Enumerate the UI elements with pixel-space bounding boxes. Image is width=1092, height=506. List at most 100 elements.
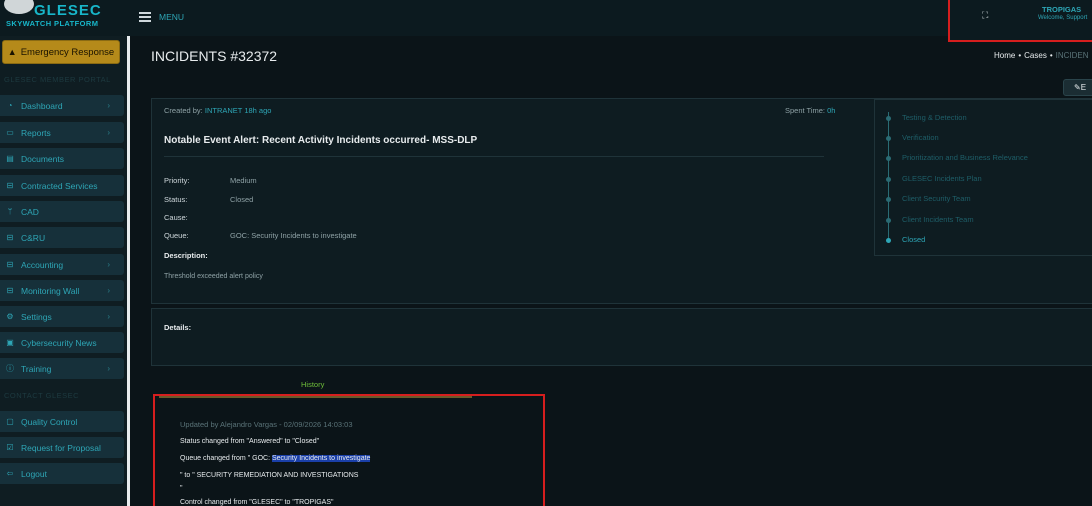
chevron-right-icon: › [107, 312, 110, 321]
sidebar-item-logout[interactable]: ⇦ Logout [0, 463, 124, 484]
timeline-step: Prioritization and Business Relevance [902, 153, 1028, 162]
description-text: Threshold exceeded alert policy [164, 273, 263, 280]
sidebar-item-accounting[interactable]: ⊟ Accounting › [0, 254, 124, 275]
news-icon: ▣ [6, 338, 14, 347]
timeline-step: Client Incidents Team [902, 215, 974, 224]
section-member-portal: GLESEC MEMBER PORTAL [4, 75, 111, 84]
sidebar-item-settings[interactable]: ⚙ Settings › [0, 306, 124, 327]
incident-title: Notable Event Alert: Recent Activity Inc… [164, 135, 478, 146]
created-by-value[interactable]: INTRANET 18h ago [205, 106, 272, 115]
chevron-right-icon: › [107, 286, 110, 295]
sidebar-item-label: Reports [21, 127, 51, 138]
dashboard-icon: ◔ [7, 101, 13, 110]
queue-value: GOC: Security Incidents to investigate [230, 231, 357, 240]
hamburger-menu-icon[interactable] [139, 12, 151, 22]
spent-value: 0h [827, 106, 836, 115]
history-entry: Updated by Alejandro Vargas - 02/09/2026… [153, 394, 545, 506]
history-tab-underline [159, 396, 472, 398]
sidebar-item-label: Quality Control [21, 416, 78, 427]
sidebar-item-label: Documents [21, 153, 64, 164]
spent-prefix: Spent Time: [785, 106, 826, 115]
section-contact: CONTACT GLESEC [4, 391, 80, 400]
created-prefix: Created by: [164, 106, 203, 115]
sidebar-item-label: Monitoring Wall [21, 285, 80, 296]
antenna-icon: ᛘ [7, 207, 13, 216]
chevron-right-icon: › [107, 128, 110, 137]
info-icon: ⓘ [6, 364, 14, 373]
brand-name: GLESEC [34, 2, 102, 19]
sidebar-item-training[interactable]: ⓘ Training › [0, 358, 124, 379]
sidebar-item-quality-control[interactable]: ▢ Quality Control [0, 411, 124, 432]
sidebar-item-label: CAD [21, 206, 39, 217]
breadcrumb-cases[interactable]: Cases [1024, 51, 1047, 60]
page-title: INCIDENTS #32372 [151, 48, 278, 64]
sidebar-item-label: Contracted Services [21, 180, 98, 191]
sidebar-item-cru[interactable]: ⊟ C&RU [0, 227, 124, 248]
timeline-dot-active [886, 238, 891, 243]
breadcrumb: Home • Cases • INCIDEN [994, 51, 1089, 60]
cause-label: Cause: [164, 213, 188, 222]
history-highlight: Security Incidents to investigate [271, 455, 371, 462]
sidebar-item-dashboard[interactable]: ◔ Dashboard › [0, 95, 124, 116]
spent-time: Spent Time: 0h [785, 106, 835, 115]
sidebar-item-cad[interactable]: ᛘ CAD [0, 201, 124, 222]
chevron-right-icon: › [107, 260, 110, 269]
timeline-dot [886, 156, 891, 161]
emergency-response-button[interactable]: ▲ Emergency Response [2, 40, 120, 64]
brand-subtitle: SKYWATCH PLATFORM [6, 19, 99, 28]
timeline-step: Testing & Detection [902, 113, 967, 122]
status-value: Closed [230, 195, 254, 204]
workflow-timeline: Testing & Detection Verification Priorit… [874, 99, 1092, 256]
timeline-step: Verification [902, 133, 939, 142]
sidebar-item-monitoring-wall[interactable]: ⊟ Monitoring Wall › [0, 280, 124, 301]
history-line: " [180, 485, 183, 492]
details-label: Details: [164, 323, 192, 332]
briefcase-icon: ⊟ [6, 286, 14, 295]
sidebar-item-label: Accounting [21, 259, 64, 270]
briefcase-icon: ⊟ [6, 233, 14, 242]
breadcrumb-home[interactable]: Home [994, 51, 1015, 60]
history-line: " to " SECURITY REMEDIATION AND INVESTIG… [180, 472, 359, 479]
history-line: Status changed from "Answered" to "Close… [180, 438, 320, 445]
sidebar-scrollbar[interactable] [127, 36, 130, 506]
timeline-step: GLESEC Incidents Plan [902, 174, 982, 183]
document-icon: ▤ [6, 154, 14, 163]
sidebar-item-cybersecurity-news[interactable]: ▣ Cybersecurity News [0, 332, 124, 353]
edit-button[interactable]: ✎ E [1063, 79, 1092, 96]
sidebar-item-reports[interactable]: ▭ Reports › [0, 122, 124, 143]
sidebar-item-label: C&RU [21, 232, 46, 243]
sidebar-item-label: Logout [21, 468, 47, 479]
description-label: Description: [164, 251, 208, 260]
warning-icon: ▲ [7, 47, 17, 57]
tab-history[interactable]: History [301, 380, 324, 389]
briefcase-icon: ⊟ [6, 181, 14, 190]
briefcase-icon: ⊟ [6, 260, 14, 269]
sidebar-item-label: Cybersecurity News [21, 337, 97, 348]
brand-logo[interactable]: GLESEC SKYWATCH PLATFORM [0, 0, 127, 36]
timeline-step-active: Closed [902, 235, 926, 244]
sidebar-item-contracted-services[interactable]: ⊟ Contracted Services [0, 175, 124, 196]
menu-label[interactable]: MENU [159, 12, 184, 22]
chevron-right-icon: › [107, 101, 110, 110]
sidebar-item-request-for-proposal[interactable]: ☑ Request for Proposal [0, 437, 124, 458]
gear-icon: ⚙ [6, 312, 14, 321]
incident-card: Created by: INTRANET 18h ago Spent Time:… [151, 98, 1092, 304]
chevron-right-icon: › [107, 364, 110, 373]
divider [164, 156, 824, 157]
clipboard-icon: ▢ [6, 417, 14, 426]
sidebar-item-label: Dashboard [21, 100, 63, 111]
user-welcome: Welcome, Support [1038, 15, 1088, 21]
timeline-dot [886, 218, 891, 223]
timeline-dot [886, 197, 891, 202]
breadcrumb-separator: • [1018, 51, 1022, 60]
status-label: Status: [164, 195, 188, 204]
timeline-step: Client Security Team [902, 194, 971, 203]
sidebar: GLESEC SKYWATCH PLATFORM ▲ Emergency Res… [0, 0, 127, 506]
fullscreen-icon[interactable]: ⛶ [982, 10, 988, 21]
sidebar-item-documents[interactable]: ▤ Documents [0, 148, 124, 169]
user-info[interactable]: ⛶ TROPIGAS Welcome, Support [948, 0, 1092, 42]
sidebar-item-label: Settings [21, 311, 52, 322]
logo-emblem-icon [4, 0, 34, 14]
checklist-icon: ☑ [6, 443, 14, 452]
emergency-label: Emergency Response [20, 46, 115, 58]
